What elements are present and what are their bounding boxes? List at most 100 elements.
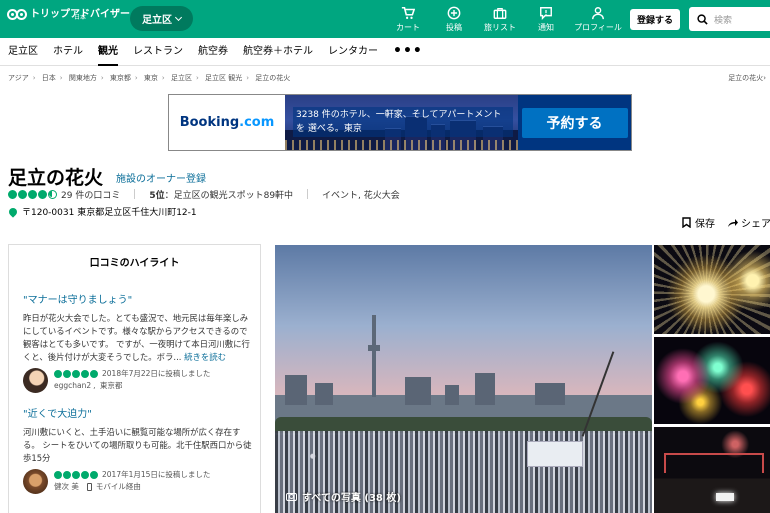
reviews-count[interactable]: 29 件の口コミ: [61, 188, 120, 201]
booking-brand: Booking: [179, 115, 240, 130]
nav-cart-label: カート: [396, 23, 420, 32]
bubble-icon: [63, 370, 71, 378]
rank-text[interactable]: 5位：足立区の観光スポット89軒中: [149, 188, 293, 201]
share-label: シェア: [741, 219, 770, 230]
review-title[interactable]: "近くで大迫力": [23, 405, 246, 420]
bubble-icon: [90, 471, 98, 479]
tab-rental-car[interactable]: レンタカー: [328, 38, 378, 66]
owner-register-link[interactable]: 施設のオーナー登録: [116, 170, 206, 185]
via-mobile: モバイル経由: [95, 482, 141, 491]
nav-profile[interactable]: プロフィール: [574, 4, 622, 34]
breadcrumb-right: 足立の花火›: [728, 74, 766, 82]
register-button[interactable]: 登録する: [630, 9, 680, 30]
search-input[interactable]: 検索: [689, 7, 770, 31]
main-photo[interactable]: [275, 245, 652, 513]
breadcrumb-item[interactable]: 日本: [42, 74, 56, 82]
review-body: 昨日が花火大会でした。とても盛況で、地元民は毎年楽しみにしているイベントです。様…: [23, 312, 255, 364]
tab-restaurants[interactable]: レストラン: [133, 38, 183, 66]
tripadvisor-logo[interactable]: トリップアドバイザー: [7, 8, 130, 22]
bubble-icon: [81, 370, 89, 378]
review-date: 2017年1月15日に投稿しました: [102, 470, 211, 479]
ad-city-image: 3238 件のホテル、一軒家、そしてアパートメントを 選べる。東京: [285, 95, 518, 150]
all-photos-label: すべての写真 (38 枚): [302, 493, 401, 504]
nav-notifications[interactable]: 通知: [523, 4, 569, 34]
review-body: 河川敷にいくと、土手沿いに観覧可能な場所が広く存在する。 シートをひいての場所取…: [23, 427, 252, 463]
more-menu-button[interactable]: •••: [393, 38, 423, 66]
tab-hotels[interactable]: ホテル: [53, 38, 83, 66]
photo-thumbnail[interactable]: [654, 427, 770, 513]
avatar[interactable]: [23, 368, 48, 393]
camera-icon: [286, 492, 297, 501]
photo-thumbnail[interactable]: [654, 245, 770, 334]
review-meta: 2017年1月15日に投稿しました 健次 美 モバイル経由: [23, 469, 246, 494]
all-photos-button[interactable]: すべての写真 (38 枚): [286, 489, 401, 504]
review-date: 2018年7月22日に投稿しました: [102, 369, 211, 378]
nav-trips-label: 旅リスト: [484, 23, 516, 32]
location-label: 足立区: [142, 15, 172, 26]
tab-sightseeing[interactable]: 観光: [98, 38, 118, 66]
save-button[interactable]: 保存: [682, 215, 715, 230]
plus-circle-icon: [447, 6, 461, 20]
breadcrumb-current: 足立の花火: [255, 74, 291, 82]
breadcrumb-item[interactable]: 関東地方: [69, 74, 97, 82]
review-meta: 2018年7月22日に投稿しました eggchan2, 東京都: [23, 368, 246, 393]
review-title[interactable]: "マナーは守りましょう": [23, 291, 246, 306]
search-placeholder: 検索: [714, 15, 733, 26]
tab-flight-hotel[interactable]: 航空券＋ホテル: [243, 38, 313, 66]
review-item: "マナーは守りましょう" 昨日が花火大会でした。とても盛況で、地元民は毎年楽しみ…: [23, 291, 250, 393]
bubble-icon: [90, 370, 98, 378]
ad-copy: 3238 件のホテル、一軒家、そしてアパートメントを 選べる。東京: [293, 107, 513, 137]
breadcrumb-item[interactable]: 足立区 観光: [205, 74, 242, 82]
page-title: 足立の花火: [8, 167, 104, 189]
booking-brand-suffix: .com: [239, 115, 275, 130]
category-text[interactable]: イベント, 花火大会: [322, 188, 400, 201]
breadcrumb-item[interactable]: 東京: [144, 74, 158, 82]
tab-flights[interactable]: 航空券: [198, 38, 228, 66]
owl-logo-icon: [7, 8, 27, 22]
review-item: "近くで大迫力" 河川敷にいくと、土手沿いに観覧可能な場所が広く存在する。 シー…: [23, 405, 252, 494]
bubble-icon: [81, 471, 89, 479]
highlights-title: 口コミのハイライト: [89, 258, 180, 269]
bubble-icon: [54, 471, 62, 479]
reserve-button[interactable]: 予約する: [521, 107, 628, 138]
review-rating: [54, 471, 98, 479]
nav-post[interactable]: 投稿: [431, 4, 477, 34]
bubble-icon: [18, 189, 27, 199]
bubble-icon: [72, 471, 80, 479]
mobile-phone-icon: [86, 483, 92, 491]
rank-description: ：足立区の観光スポット89軒中: [164, 190, 294, 201]
half-bubble-icon: [48, 189, 57, 199]
nav-trips[interactable]: 旅リスト: [477, 4, 523, 34]
nav-notifications-label: 通知: [538, 23, 554, 32]
review-rating: [54, 370, 98, 378]
breadcrumb-item[interactable]: 足立区: [171, 74, 192, 82]
avatar[interactable]: [23, 469, 48, 494]
address-row[interactable]: 〒120-0031 東京都足立区千住大川町12-1: [7, 205, 197, 218]
top-bar: トリップアドバイザー 日本 足立区 カート 投稿 旅リスト 通知 プロフィール …: [0, 0, 770, 38]
share-arrow-icon: [728, 218, 738, 227]
booking-logo: Booking .com: [169, 95, 285, 150]
location-selector[interactable]: 足立区: [130, 6, 193, 31]
breadcrumb-item[interactable]: 東京都: [110, 74, 131, 82]
suitcase-icon: [493, 8, 507, 19]
photo-thumbnail[interactable]: [654, 337, 770, 424]
bubble-icon: [8, 189, 17, 199]
breadcrumb: アジア › 日本 › 関東地方 › 東京都 › 東京 › 足立区 › 足立区 観光 › 足立の…: [8, 74, 291, 82]
search-icon: [697, 13, 708, 25]
booking-ad-banner[interactable]: Booking .com 3238 件のホテル、一軒家、そしてアパートメントを 選…: [168, 94, 632, 151]
reviewer-name[interactable]: 健次 美: [54, 481, 79, 493]
nav-cart[interactable]: カート: [385, 4, 431, 34]
breadcrumb-right-label: 足立の花火: [728, 74, 764, 82]
ad-cta-area: 予約する: [518, 95, 631, 150]
bubble-icon: [38, 189, 47, 199]
rating-bubbles[interactable]: [8, 189, 57, 199]
bubble-icon: [28, 189, 37, 199]
breadcrumb-item[interactable]: アジア: [8, 74, 29, 82]
read-more-link[interactable]: 続きを読む: [184, 352, 226, 362]
nav-post-label: 投稿: [446, 23, 462, 32]
share-button[interactable]: シェア: [727, 215, 770, 230]
reviewer-name[interactable]: eggchan2: [54, 380, 91, 392]
logo-subtitle: 日本: [74, 14, 87, 21]
review-highlights-panel: 口コミのハイライト "マナーは守りましょう" 昨日が花火大会でした。とても盛況で…: [8, 244, 261, 513]
tab-adachi[interactable]: 足立区: [8, 38, 38, 66]
